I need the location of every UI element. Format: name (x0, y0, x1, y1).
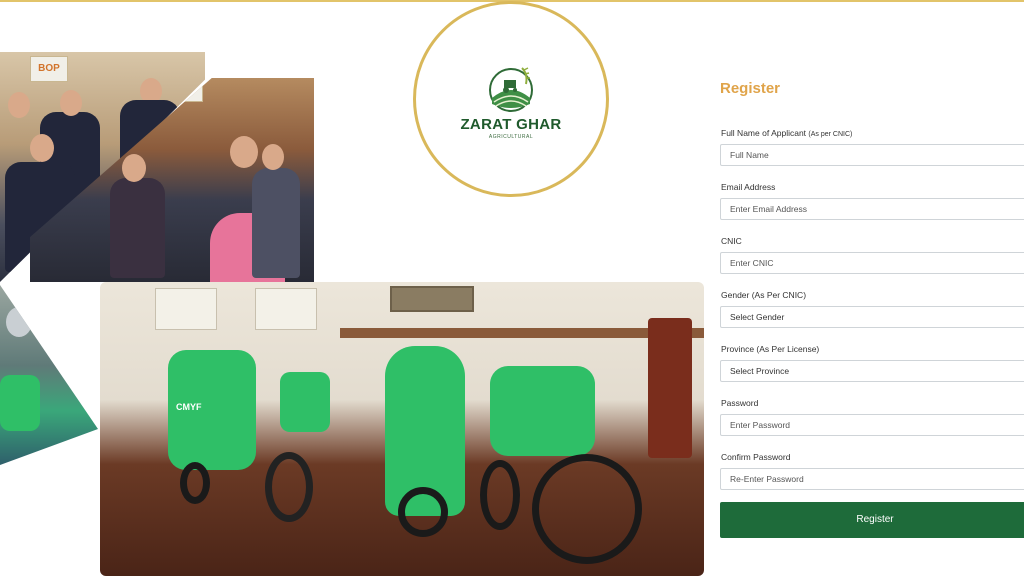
cnic-input[interactable]: Enter CNIC (720, 252, 1024, 274)
register-button[interactable]: Register (720, 502, 1024, 538)
person-face (230, 136, 258, 168)
scooter-logo-text: CMYF (176, 402, 202, 412)
form-title: Register (720, 80, 781, 97)
poster-panel (255, 288, 317, 330)
person-face (8, 92, 30, 118)
label-note: (As per CNIC) (808, 131, 853, 138)
farm-emblem-icon (489, 67, 533, 112)
full-name-input[interactable]: Full Name (720, 144, 1024, 166)
email-input[interactable]: Enter Email Address (720, 198, 1024, 220)
wheel (265, 452, 313, 522)
helmet (6, 307, 32, 337)
gender-select[interactable]: Select Gender (720, 306, 1024, 328)
person-suit (252, 168, 300, 278)
label-full-name: Full Name of Applicant (As per CNIC) (721, 128, 852, 138)
scooter-green (0, 375, 40, 431)
wheel (532, 454, 642, 564)
logo-subtitle: AGRICULTURAL (488, 134, 534, 140)
person-face (262, 144, 284, 170)
green-motorbike-right (490, 366, 595, 456)
label-province: Province (As Per License) (721, 344, 820, 354)
green-motorbike (280, 372, 330, 432)
label-cnic: CNIC (721, 236, 742, 246)
label-gender: Gender (As Per CNIC) (721, 290, 807, 300)
person-face (30, 134, 54, 162)
label-confirm-password: Confirm Password (721, 452, 791, 462)
person-suit (110, 178, 165, 278)
password-input[interactable]: Enter Password (720, 414, 1024, 436)
wheel (180, 462, 210, 504)
poster-panel (155, 288, 217, 330)
zarat-ghar-logo: ZARAT GHAR AGRICULTURAL (413, 1, 609, 197)
bop-sign-left: BOP (30, 56, 68, 82)
wheel (398, 487, 448, 537)
photo-rider (0, 285, 98, 465)
label-text: Full Name of Applicant (721, 128, 807, 138)
wheel (480, 460, 520, 530)
photo-bikes-display: CMYF (100, 282, 704, 576)
decorative-stand (648, 318, 692, 458)
logo-title: ZARAT GHAR (460, 116, 562, 133)
confirm-password-input[interactable]: Re-Enter Password (720, 468, 1024, 490)
green-scooter: CMYF (168, 350, 256, 470)
person-face (60, 90, 82, 116)
wall-frame (390, 286, 474, 312)
person-face (122, 154, 146, 182)
label-email: Email Address (721, 182, 776, 192)
province-select[interactable]: Select Province (720, 360, 1024, 382)
label-password: Password (721, 398, 759, 408)
